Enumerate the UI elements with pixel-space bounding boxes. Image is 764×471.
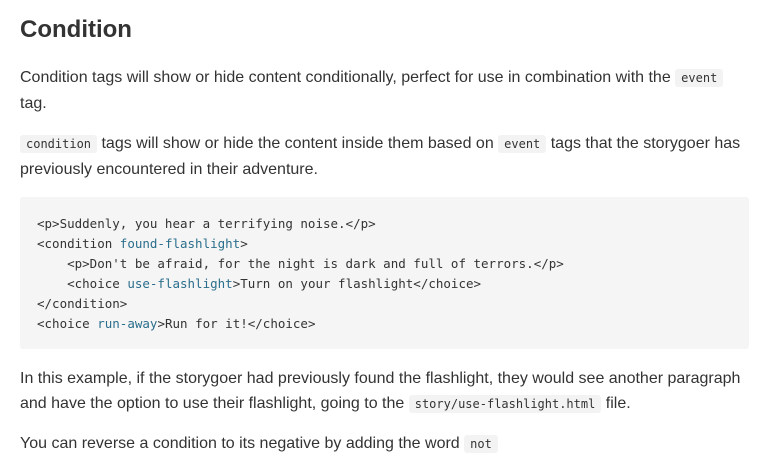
inline-code-condition: condition	[20, 135, 98, 153]
inline-code-event: event	[498, 135, 547, 153]
code-attribute: found-flashlight	[119, 236, 241, 251]
section-heading: Condition	[20, 16, 132, 43]
description-paragraph: condition tags will show or hide the con…	[20, 131, 750, 182]
paragraph-text: Condition tags will show or hide content…	[20, 69, 676, 86]
code-line: <p>Suddenly, you hear a terrifying noise…	[37, 216, 376, 231]
example-paragraph: In this example, if the storygoer had pr…	[20, 366, 750, 417]
code-line: <choice run-away>Run for it!</choice>	[37, 316, 316, 331]
code-example-block: <p>Suddenly, you hear a terrifying noise…	[20, 197, 749, 349]
code-line: <condition found-flashlight>	[37, 236, 248, 251]
intro-paragraph: Condition tags will show or hide content…	[20, 65, 750, 116]
code-line: <p>Don't be afraid, for the night is dar…	[67, 256, 564, 271]
paragraph-text: file.	[601, 395, 631, 412]
paragraph-text: tags will show or hide the content insid…	[97, 135, 499, 152]
paragraph-text: You can reverse a condition to its negat…	[20, 435, 465, 452]
inline-code-not: not	[464, 435, 498, 453]
documentation-page: Condition Condition tags will show or hi…	[0, 0, 764, 471]
inline-code-event: event	[675, 69, 724, 87]
code-attribute: run-away	[97, 316, 158, 331]
code-line: <choice use-flashlight>Turn on your flas…	[67, 276, 482, 291]
inline-code-file-path: story/use-flashlight.html	[408, 395, 602, 413]
code-line: </condition>	[37, 296, 128, 311]
code-attribute: use-flashlight	[127, 276, 233, 291]
reverse-paragraph: You can reverse a condition to its negat…	[20, 431, 750, 457]
paragraph-text: tag.	[20, 95, 47, 112]
paragraph-text: In this example, if the storygoer had pr…	[20, 370, 741, 412]
